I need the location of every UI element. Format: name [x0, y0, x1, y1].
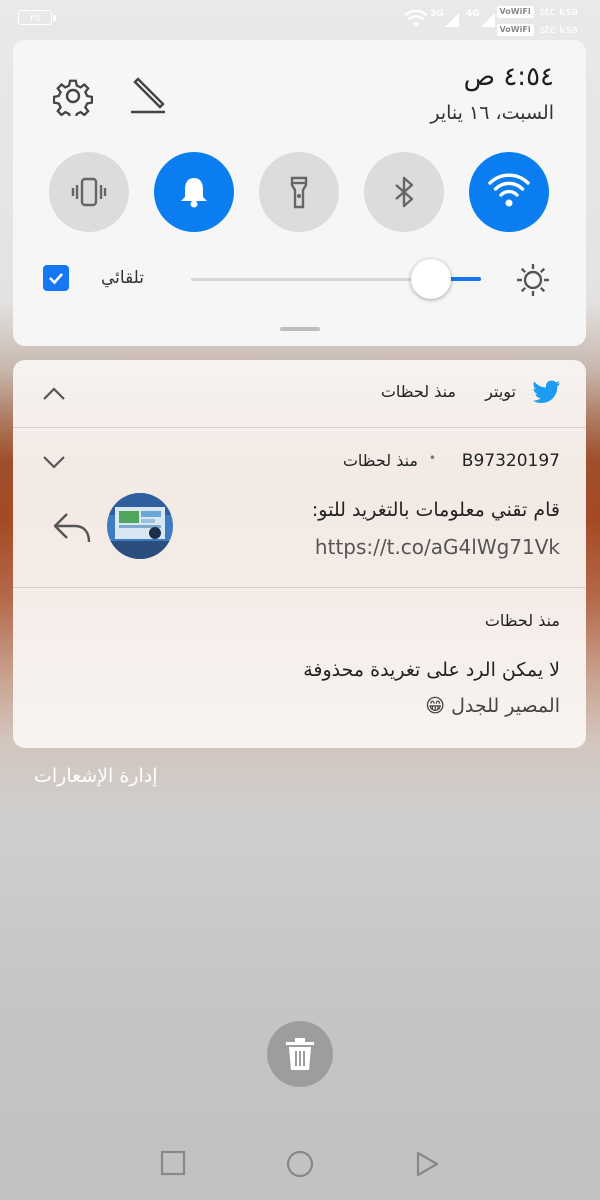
recent-apps-icon[interactable]	[160, 1150, 186, 1176]
clock-time: ٤:٥٤ ص	[463, 62, 554, 92]
home-icon[interactable]	[286, 1150, 314, 1178]
toggle-wifi[interactable]	[469, 152, 549, 232]
brightness-slider-thumb[interactable]	[411, 259, 451, 299]
notification-app-name: تويتر	[485, 382, 516, 401]
status-bar: ٢٥ 3G 4G VoWiFi stc ksa VoWiFi stc ksa	[0, 0, 600, 38]
auto-brightness-checkbox[interactable]	[43, 265, 69, 291]
reply-arrow-icon[interactable]	[51, 510, 95, 546]
brightness-sun-icon	[517, 264, 549, 296]
wifi-icon	[488, 173, 530, 207]
deleted-tweet-text-line2: المصير للجدل 😁	[425, 695, 560, 717]
edit-pencil-icon[interactable]	[127, 74, 169, 116]
bell-icon	[181, 178, 207, 208]
vibrate-icon	[71, 177, 107, 207]
flashlight-icon	[290, 176, 308, 209]
trash-icon	[286, 1038, 314, 1070]
toggle-vibrate[interactable]	[49, 152, 129, 232]
deleted-tweet-time: منذ لحظات	[484, 611, 560, 630]
twitter-notification-card[interactable]: تويتر منذ لحظات B97320197 • منذ لحظات قا…	[13, 360, 586, 748]
clear-all-button[interactable]	[267, 1021, 333, 1087]
network-type-4g: 4G	[466, 9, 480, 19]
separator-dot: •	[428, 451, 436, 465]
check-icon	[49, 273, 63, 285]
tweet-link[interactable]: https://t.co/aG4lWg71Vk	[315, 535, 560, 559]
tweet-time: منذ لحظات	[342, 451, 418, 470]
auto-brightness-label: تلقائي	[101, 268, 145, 288]
toggle-flashlight[interactable]	[259, 152, 339, 232]
toggle-bluetooth[interactable]	[364, 152, 444, 232]
signal-icon	[445, 13, 459, 27]
expand-chevron-down-icon[interactable]	[41, 454, 67, 470]
carrier-1: VoWiFi stc ksa	[496, 5, 578, 18]
settings-gear-icon[interactable]	[53, 76, 93, 116]
notification-divider	[13, 427, 586, 428]
clock-date: السبت، ١٦ يناير	[430, 102, 554, 124]
twitter-bird-icon	[533, 380, 560, 403]
tweet-text-line1: قام تقني معلومات بالتغريد للتو:	[311, 499, 560, 521]
notification-header-time: منذ لحظات	[380, 382, 456, 401]
collapse-chevron-up-icon[interactable]	[41, 386, 67, 402]
battery-icon: ٢٥	[18, 10, 56, 25]
notification-divider-2	[13, 587, 586, 588]
deleted-tweet-text-line1: لا يمكن الرد على تغريدة محذوفة	[303, 659, 560, 681]
manage-notifications-link[interactable]: إدارة الإشعارات	[34, 765, 158, 787]
wifi-status-icon	[404, 10, 428, 27]
quick-settings-panel: ٤:٥٤ ص السبت، ١٦ يناير تلقائي	[13, 40, 586, 346]
back-icon[interactable]	[414, 1150, 440, 1178]
battery-level: ٢٥	[29, 13, 41, 24]
bluetooth-icon	[395, 176, 414, 208]
tweet-sender: B97320197	[461, 451, 560, 471]
toggle-sound[interactable]	[154, 152, 234, 232]
panel-drag-handle[interactable]	[280, 327, 320, 331]
carrier-2: VoWiFi stc ksa	[496, 23, 578, 36]
signal-icon-2	[481, 13, 495, 27]
sender-avatar	[107, 493, 173, 559]
network-type-3g: 3G	[430, 9, 444, 19]
